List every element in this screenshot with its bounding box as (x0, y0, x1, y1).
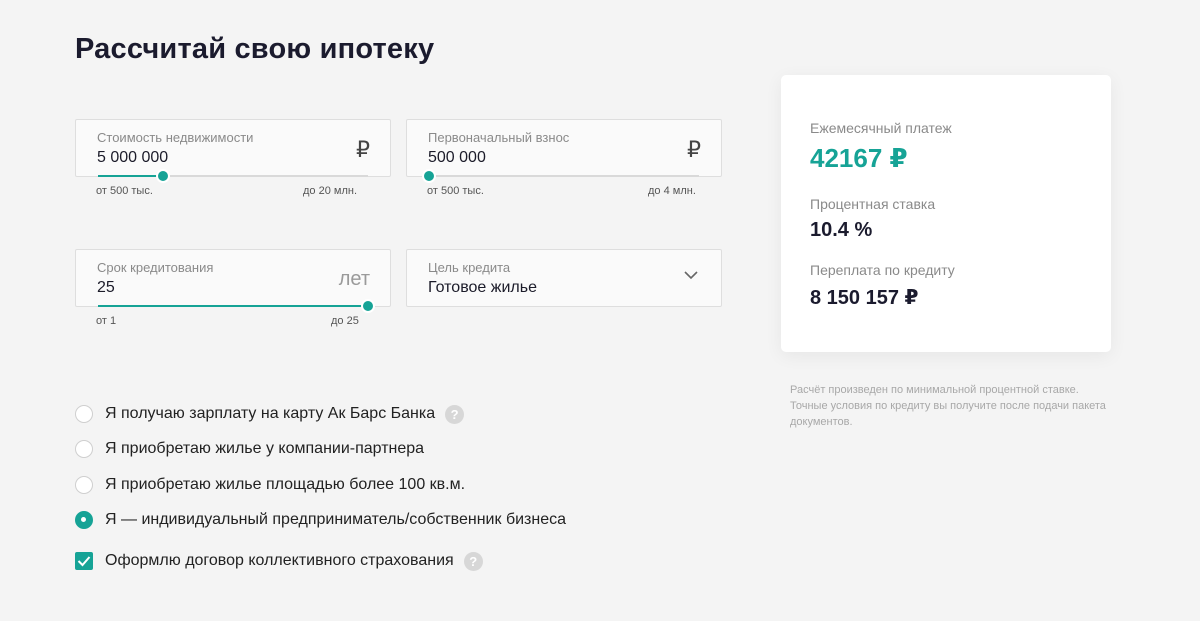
monthly-payment-label: Ежемесячный платеж (810, 120, 952, 136)
option-label: Я приобретаю жилье площадью более 100 кв… (105, 476, 466, 493)
price-slider-thumb[interactable] (155, 169, 170, 183)
radio-button[interactable] (75, 476, 93, 494)
price-min-label: от 500 тыс. (96, 185, 153, 197)
ruble-icon: ₽ (687, 137, 701, 162)
price-label: Стоимость недвижимости (97, 130, 254, 145)
price-slider-track[interactable] (98, 169, 368, 183)
term-input[interactable]: 25 (97, 279, 115, 297)
option-large-area[interactable]: Я приобретаю жилье площадью более 100 кв… (75, 475, 465, 495)
radio-button[interactable] (75, 405, 93, 423)
calculation-note: Расчёт произведен по минимальной процент… (790, 384, 1106, 428)
option-partner-company[interactable]: Я приобретаю жилье у компании-партнера (75, 439, 424, 459)
down-payment-label: Первоначальный взнос (428, 130, 570, 145)
ruble-icon: ₽ (356, 137, 370, 162)
help-icon[interactable]: ? (463, 551, 483, 571)
down-payment-input[interactable]: 500 000 (428, 149, 486, 167)
term-field[interactable]: Срок кредитования 25 лет (75, 249, 391, 313)
result-card: Ежемесячный платеж 42167 ₽ Процентная ст… (781, 75, 1111, 352)
term-label: Срок кредитования (97, 260, 214, 275)
purpose-select[interactable]: Цель кредита Готовое жилье (406, 249, 722, 307)
radio-button[interactable] (75, 511, 93, 529)
purpose-value: Готовое жилье (428, 279, 537, 296)
option-label: Я приобретаю жилье у компании-партнера (105, 440, 425, 457)
term-min-label: от 1 (96, 315, 117, 327)
option-entrepreneur[interactable]: Я — индивидуальный предприниматель/собст… (75, 510, 566, 530)
price-max-label: до 20 млн. (303, 185, 357, 197)
rate-label: Процентная ставка (810, 196, 936, 212)
term-max-label: до 25 (331, 315, 359, 327)
down-payment-min-label: от 500 тыс. (427, 185, 484, 197)
chevron-down-icon[interactable] (683, 269, 699, 281)
purpose-label: Цель кредита (428, 260, 511, 275)
help-icon[interactable]: ? (445, 404, 465, 424)
term-slider-fill (98, 305, 368, 307)
price-field[interactable]: Стоимость недвижимости 5 000 000 ₽ (75, 119, 391, 183)
page-title: Рассчитай свою ипотеку (75, 33, 435, 66)
rate-value: 10.4 % (810, 219, 873, 241)
option-label: Я — индивидуальный предприниматель/собст… (105, 511, 567, 528)
down-payment-slider-thumb[interactable] (422, 169, 436, 183)
checkmark-icon (77, 556, 91, 567)
down-payment-slider-track[interactable] (422, 169, 699, 183)
option-insurance[interactable]: Оформлю договор коллективного страховани… (75, 551, 483, 571)
option-salary-card[interactable]: Я получаю зарплату на карту Ак Барс Банк… (75, 404, 465, 424)
price-slider-fill (98, 175, 163, 177)
overpay-value: 8 150 157 ₽ (810, 287, 919, 309)
option-label: Я получаю зарплату на карту Ак Барс Банк… (105, 405, 436, 422)
term-unit: лет (338, 268, 370, 290)
overpay-label: Переплата по кредиту (810, 262, 955, 278)
monthly-payment-value: 42167 ₽ (810, 143, 908, 173)
price-input[interactable]: 5 000 000 (97, 149, 168, 167)
insurance-label: Оформлю договор коллективного страховани… (105, 552, 454, 569)
insurance-checkbox[interactable] (75, 552, 93, 570)
down-payment-max-label: до 4 млн. (648, 185, 696, 197)
term-slider-track[interactable] (98, 299, 375, 313)
radio-button[interactable] (75, 440, 93, 458)
term-slider-thumb[interactable] (361, 299, 375, 313)
down-payment-field[interactable]: Первоначальный взнос 500 000 ₽ (406, 119, 722, 183)
